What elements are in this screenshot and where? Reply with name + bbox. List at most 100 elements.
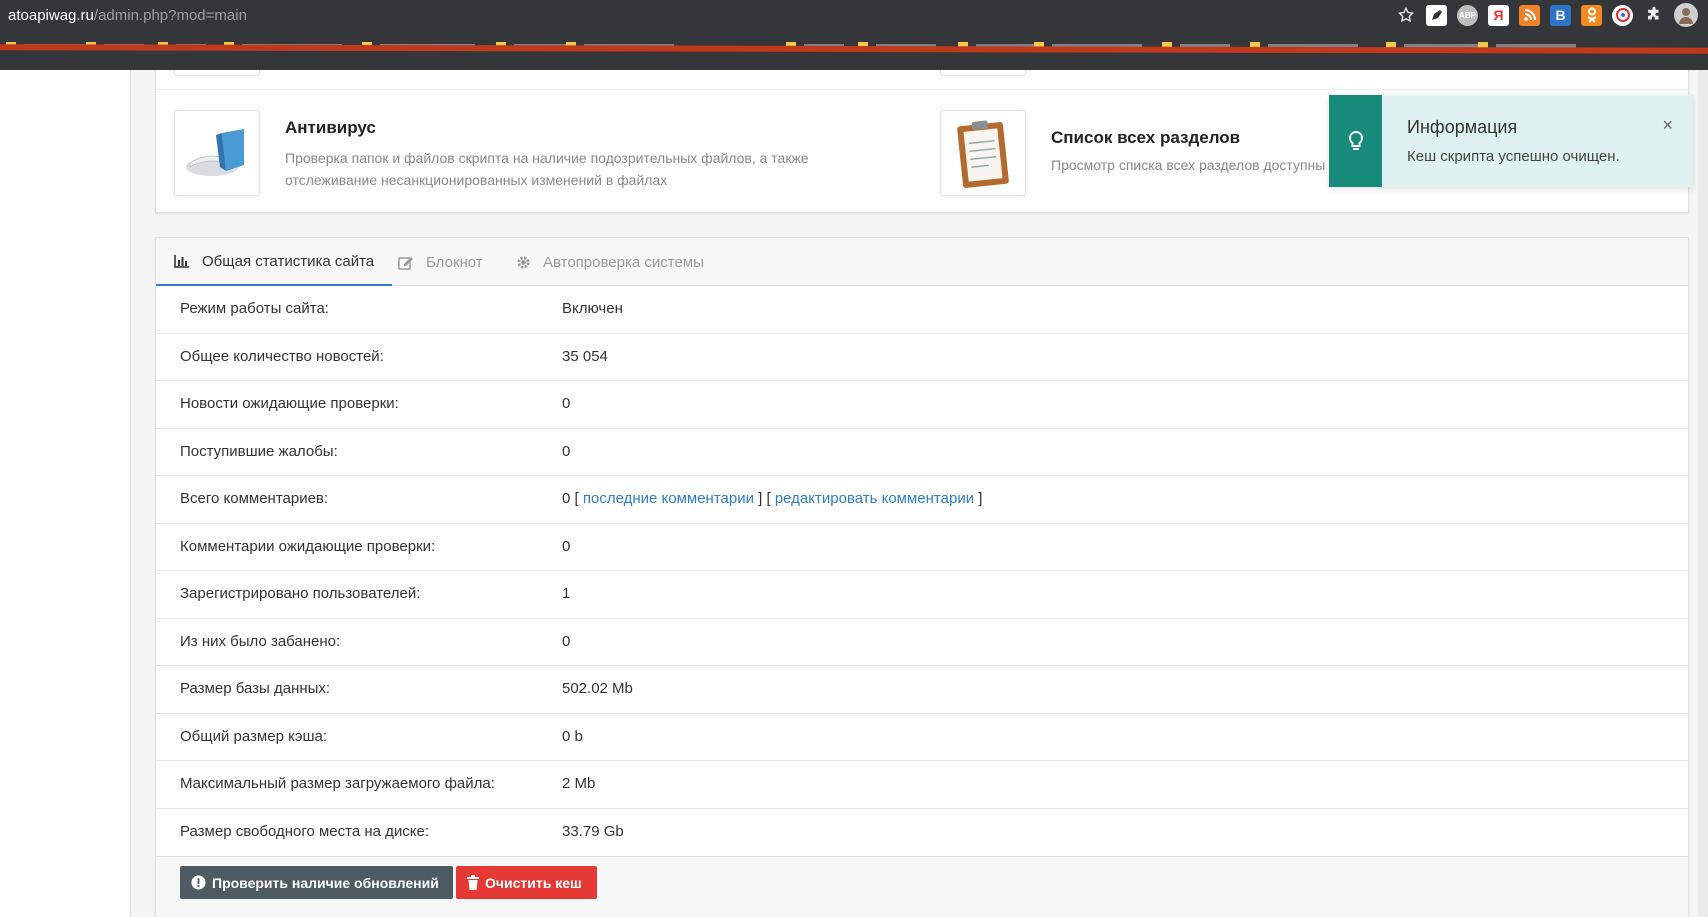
avatar-icon[interactable]	[1674, 3, 1698, 27]
url-host: atoapiwag.ru	[8, 6, 94, 24]
module-antivirus-title[interactable]: Антивирус	[285, 118, 809, 138]
vk-label: B	[1555, 7, 1566, 23]
url-path: /admin.php?mod=main	[93, 6, 247, 24]
vk-icon[interactable]: B	[1550, 4, 1571, 26]
info-toast: Информация Кеш скрипта успешно очищен. ×	[1329, 95, 1693, 187]
abp-label: ABP	[1459, 10, 1476, 20]
latest-comments-link[interactable]: последние комментарии	[583, 490, 754, 507]
toast-message: Кеш скрипта успешно очищен.	[1407, 148, 1620, 165]
yandex-icon[interactable]: Я	[1488, 4, 1509, 26]
module-antivirus[interactable]: Антивирус Проверка папок и файлов скрипт…	[174, 110, 809, 196]
stat-value: 502.02 Mb	[562, 680, 633, 697]
stats-tabs: Общая статистика сайта Блокнот Автопрове…	[156, 238, 1688, 286]
stat-label: Режим работы сайта:	[180, 300, 329, 317]
tab-auto-check[interactable]: Автопроверка системы	[516, 238, 704, 286]
browser-address-bar[interactable]: atoapiwag.ru/admin.php?mod=main ABP Я B	[0, 0, 1708, 30]
pen-extension-icon[interactable]	[1426, 4, 1447, 26]
stat-value: 0	[562, 442, 571, 460]
gear-icon	[516, 255, 531, 270]
stat-value: 2 Mb	[562, 775, 596, 792]
url-text[interactable]: atoapiwag.ru/admin.php?mod=main	[8, 7, 247, 24]
stat-label: Новости ожидающие проверки:	[180, 395, 399, 412]
yandex-label: Я	[1493, 7, 1504, 23]
stat-label: Зарегистрировано пользователей:	[180, 585, 421, 602]
module-sections-list-title[interactable]: Список всех разделов	[1051, 128, 1325, 148]
exclamation-circle-icon	[191, 875, 206, 890]
module-sections-list-text: Список всех разделов Просмотр списка все…	[1051, 110, 1325, 196]
stats-footer: Проверить наличие обновлений Очистить ке…	[156, 856, 1688, 917]
previous-module-icon-stub	[174, 70, 260, 76]
bracket-close: ]	[974, 490, 983, 507]
stat-label: Из них было забанено:	[180, 632, 341, 650]
stat-value-banned: 0	[562, 632, 571, 650]
admin-page: Антивирус Проверка папок и файлов скрипт…	[0, 70, 1708, 917]
edit-icon	[398, 255, 414, 270]
table-row: Общее количество новостей: 35 054	[156, 334, 1688, 381]
stat-value: 1	[562, 585, 571, 602]
bracket-mid: ] [	[753, 490, 775, 507]
antivirus-icon[interactable]	[174, 110, 260, 196]
stats-table: Режим работы сайта: Включен Общее количе…	[156, 286, 1688, 856]
star-icon[interactable]	[1395, 5, 1416, 26]
clear-cache-button[interactable]: Очистить кеш	[456, 866, 597, 899]
check-updates-label: Проверить наличие обновлений	[212, 874, 439, 891]
stat-value: 35 054	[562, 347, 608, 365]
clear-cache-label: Очистить кеш	[485, 874, 582, 891]
module-sections-list-desc: Просмотр списка всех разделов доступны	[1051, 157, 1326, 173]
stat-value-comments: 0 [ последние комментарии ] [ редактиров…	[562, 490, 982, 507]
target-extension-icon[interactable]	[1612, 4, 1633, 26]
stat-value: 0	[562, 395, 571, 412]
table-row: Новости ожидающие проверки: 0	[156, 381, 1688, 429]
stat-label: Максимальный размер загружаемого файла:	[180, 775, 495, 792]
tab-notepad-label: Блокнот	[426, 253, 483, 271]
edit-comments-link[interactable]: редактировать комментарии	[775, 490, 974, 507]
bar-chart-icon	[174, 254, 190, 268]
module-antivirus-desc-line1: Проверка папок и файлов скрипта на налич…	[285, 150, 809, 166]
stat-label: Комментарии ожидающие проверки:	[180, 537, 436, 555]
toast-body: Информация Кеш скрипта успешно очищен.	[1382, 95, 1620, 187]
stat-label: Общий размер кэша:	[180, 727, 328, 745]
table-row: Общий размер кэша: 0 b	[156, 714, 1688, 761]
stat-label: Всего комментариев:	[180, 490, 329, 507]
abp-icon[interactable]: ABP	[1457, 4, 1478, 26]
table-row: Максимальный размер загружаемого файла: …	[156, 761, 1688, 809]
bookmarks-bar	[0, 30, 1708, 70]
rss-icon[interactable]	[1519, 4, 1540, 26]
stats-panel: Общая статистика сайта Блокнот Автопрове…	[155, 237, 1689, 917]
table-row: Комментарии ожидающие проверки: 0	[156, 524, 1688, 571]
sidebar-border	[130, 70, 131, 917]
table-row: Размер свободного места на диске: 33.79 …	[156, 809, 1688, 857]
previous-module-icon-stub	[940, 70, 1026, 76]
clipboard-icon[interactable]	[940, 110, 1026, 196]
panel-divider	[156, 89, 1688, 90]
module-antivirus-desc-line2: отслеживание несанкционированных изменен…	[285, 172, 668, 188]
stat-value: 33.79 Gb	[562, 822, 624, 840]
stat-value: Включен	[562, 300, 623, 317]
tab-site-statistics[interactable]: Общая статистика сайта	[156, 238, 393, 286]
puzzle-icon[interactable]	[1643, 5, 1664, 26]
tab-site-statistics-label: Общая статистика сайта	[202, 252, 375, 270]
close-icon[interactable]: ×	[1662, 115, 1673, 136]
stat-label: Поступившие жалобы:	[180, 442, 338, 460]
module-antivirus-desc: Проверка папок и файлов скрипта на налич…	[285, 147, 809, 191]
toast-title: Информация	[1407, 117, 1518, 137]
page-scrollbar[interactable]	[1698, 70, 1708, 917]
table-row: Из них было забанено: 0	[156, 619, 1688, 666]
check-updates-button[interactable]: Проверить наличие обновлений	[180, 866, 453, 899]
table-row: Поступившие жалобы: 0	[156, 429, 1688, 476]
stat-label: Размер свободного места на диске:	[180, 822, 430, 840]
stat-value: 0 b	[562, 727, 583, 745]
module-sections-list[interactable]: Список всех разделов Просмотр списка все…	[940, 110, 1325, 196]
ok-icon[interactable]	[1581, 4, 1602, 26]
stat-label: Размер базы данных:	[180, 680, 331, 697]
lightbulb-icon	[1329, 95, 1382, 187]
table-row: Зарегистрировано пользователей: 1	[156, 571, 1688, 619]
tab-notepad[interactable]: Блокнот	[398, 238, 483, 286]
extension-toolbar: ABP Я B	[1395, 3, 1698, 27]
tab-auto-check-label: Автопроверка системы	[543, 253, 704, 271]
trash-icon	[467, 875, 479, 890]
bracket-open: [	[570, 490, 583, 507]
module-antivirus-text: Антивирус Проверка папок и файлов скрипт…	[285, 110, 809, 196]
table-row: Размер базы данных: 502.02 Mb	[156, 666, 1688, 714]
table-row: Режим работы сайта: Включен	[156, 286, 1688, 334]
